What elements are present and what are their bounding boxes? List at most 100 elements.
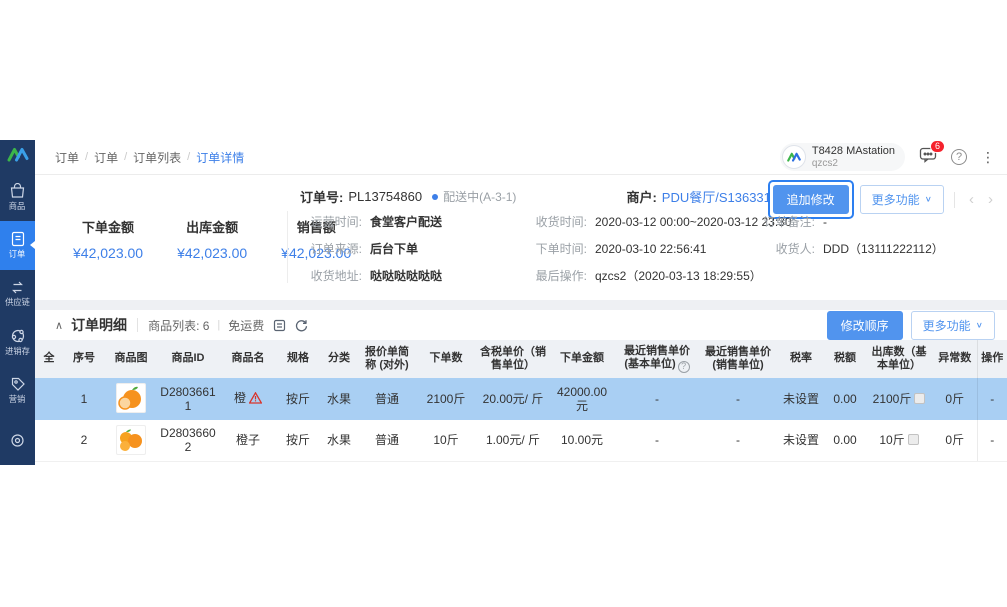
merchant-label: 商户: bbox=[626, 187, 656, 206]
user-name: T8428 MAstation bbox=[812, 145, 895, 158]
divider bbox=[954, 192, 955, 208]
recent-sale-price: - bbox=[699, 420, 777, 462]
status-text: 配送中(A-3-1) bbox=[443, 188, 516, 205]
reorder-button[interactable]: 修改顺序 bbox=[827, 311, 903, 340]
user-menu[interactable]: T8428 MAstation qzcs2 bbox=[780, 143, 905, 171]
avatar bbox=[782, 145, 806, 169]
order-fields: 运营时间:食堂客户配送 收货时间:2020-03-12 00:00~2020-0… bbox=[300, 215, 995, 284]
field-receiver: 收货人: DDD（13111222112） bbox=[753, 242, 995, 257]
breadcrumb-separator: / bbox=[85, 151, 88, 163]
note-icon[interactable] bbox=[914, 393, 925, 404]
col-header-index: 序号 bbox=[63, 340, 105, 378]
order-qty: 10斤 bbox=[415, 420, 477, 462]
oranges-image bbox=[118, 427, 144, 453]
col-header-qty: 下单数 bbox=[415, 340, 477, 378]
goods-count-label: 商品列表: 6 bbox=[148, 317, 209, 334]
detail-title: 订单明细 bbox=[71, 315, 127, 335]
merchant-link[interactable]: PDU餐厅/S136331 bbox=[662, 187, 771, 206]
field-operation-time: 运营时间:食堂客户配送 bbox=[300, 215, 525, 230]
product-id: D28036602 bbox=[157, 420, 219, 462]
detail-more-label: 更多功能 bbox=[923, 317, 971, 334]
prev-order-button[interactable]: ‹ bbox=[965, 191, 978, 208]
next-order-button[interactable]: › bbox=[984, 191, 997, 208]
order-status: 配送中(A-3-1) bbox=[432, 188, 516, 205]
product-image bbox=[116, 425, 146, 455]
field-value: 食堂客户配送 bbox=[370, 215, 442, 230]
document-icon bbox=[273, 319, 286, 332]
list-view-button[interactable] bbox=[273, 319, 286, 332]
field-label: 收货人: bbox=[753, 242, 815, 257]
unit-price: 20.00元/ 斤 bbox=[477, 378, 549, 420]
col-header-tax: 税额 bbox=[825, 340, 865, 378]
row-select-cell[interactable] bbox=[35, 420, 63, 462]
more-menu-button[interactable]: ⋮ bbox=[981, 150, 995, 164]
breadcrumb-item[interactable]: 订单 bbox=[94, 149, 118, 166]
summary-label: 出库金额 bbox=[177, 217, 247, 236]
warning-icon[interactable] bbox=[249, 392, 262, 407]
table-row[interactable]: 2 D28036602 bbox=[35, 420, 1007, 462]
order-head: 订单号: PL13754860 配送中(A-3-1) 商户: PDU餐厅/S13… bbox=[300, 187, 771, 206]
product-image-cell[interactable] bbox=[105, 420, 157, 462]
detail-more-button[interactable]: 更多功能 ∨ bbox=[911, 311, 995, 340]
field-label: 收货地址: bbox=[300, 269, 362, 284]
main-area: 订单 / 订单 / 订单列表 / 订单详情 T8428 bbox=[35, 140, 1007, 465]
breadcrumb-item-current: 订单详情 bbox=[196, 149, 244, 166]
field-receive-time: 收货时间:2020-03-12 00:00~2020-03-12 23:30 bbox=[525, 215, 753, 230]
messages-button[interactable]: 6 bbox=[919, 147, 937, 168]
col-header-spec: 规格 bbox=[277, 340, 319, 378]
sidebar-item-label: 营销 bbox=[9, 396, 26, 404]
help-button[interactable]: ? bbox=[951, 149, 967, 165]
select-all-header[interactable]: 全 bbox=[35, 340, 63, 378]
help-icon[interactable]: ? bbox=[678, 361, 690, 373]
breadcrumb-item[interactable]: 订单列表 bbox=[133, 149, 181, 166]
field-label: 下单时间: bbox=[525, 242, 587, 257]
product-image bbox=[116, 383, 146, 413]
orange-image bbox=[118, 385, 144, 411]
exchange-arrows-icon bbox=[9, 280, 26, 295]
row-operation[interactable]: - bbox=[977, 420, 1007, 462]
refresh-button[interactable] bbox=[295, 319, 308, 332]
screenshot-canvas: 商品 订单 供应链 进销存 营销 bbox=[0, 0, 1007, 607]
append-modify-button[interactable]: 追加修改 bbox=[773, 185, 849, 214]
col-header-op: 操作 bbox=[977, 340, 1007, 378]
note-icon[interactable] bbox=[908, 434, 919, 445]
collapse-button[interactable]: ∧ bbox=[55, 319, 63, 332]
sidebar-item-settings[interactable] bbox=[0, 417, 35, 465]
product-image-cell[interactable] bbox=[105, 378, 157, 420]
shopping-bag-icon bbox=[9, 183, 26, 199]
recent-base-price: - bbox=[615, 378, 699, 420]
amount: 42000.00元 bbox=[549, 378, 615, 420]
chevron-left-icon: ‹ bbox=[969, 191, 974, 208]
sidebar-item-label: 订单 bbox=[9, 251, 26, 259]
breadcrumb: 订单 / 订单 / 订单列表 / 订单详情 bbox=[55, 149, 244, 166]
field-order-source: 订单来源:后台下单 bbox=[300, 242, 525, 257]
table-row[interactable]: 1 D28036611 橙 bbox=[35, 378, 1007, 420]
order-more-button[interactable]: 更多功能 ∨ bbox=[860, 185, 944, 214]
out-qty: 2100斤 bbox=[873, 392, 912, 406]
sidebar: 商品 订单 供应链 进销存 营销 bbox=[0, 140, 35, 465]
highlight-outline: 追加修改 bbox=[768, 180, 854, 219]
col-header-id: 商品ID bbox=[157, 340, 219, 378]
share-nodes-icon bbox=[10, 328, 26, 344]
topbar-right: T8428 MAstation qzcs2 6 ? ⋮ bbox=[780, 143, 995, 171]
refresh-icon bbox=[295, 319, 308, 332]
row-operation[interactable]: - bbox=[977, 378, 1007, 420]
order-no-value: PL13754860 bbox=[348, 189, 422, 204]
sidebar-item-marketing[interactable]: 营销 bbox=[0, 366, 35, 414]
meta-bar: | bbox=[217, 319, 220, 331]
sidebar-item-supply-chain[interactable]: 供应链 bbox=[0, 270, 35, 318]
sidebar-item-inventory[interactable]: 进销存 bbox=[0, 318, 35, 366]
caret-up-icon: ∧ bbox=[55, 320, 63, 332]
row-select-cell[interactable] bbox=[35, 378, 63, 420]
breadcrumb-item[interactable]: 订单 bbox=[55, 149, 79, 166]
abnormal-qty: 0斤 bbox=[933, 378, 977, 420]
sidebar-item-orders[interactable]: 订单 bbox=[0, 221, 35, 269]
product-name-cell: 橙子 bbox=[219, 420, 277, 462]
chevron-down-icon: ∨ bbox=[976, 321, 983, 330]
sidebar-item-goods[interactable]: 商品 bbox=[0, 173, 35, 221]
kebab-icon: ⋮ bbox=[981, 149, 995, 165]
divider bbox=[287, 211, 288, 283]
field-value: DDD（13111222112） bbox=[823, 242, 944, 257]
out-qty-cell: 10斤 bbox=[865, 420, 933, 462]
chevron-right-icon: › bbox=[988, 191, 993, 208]
